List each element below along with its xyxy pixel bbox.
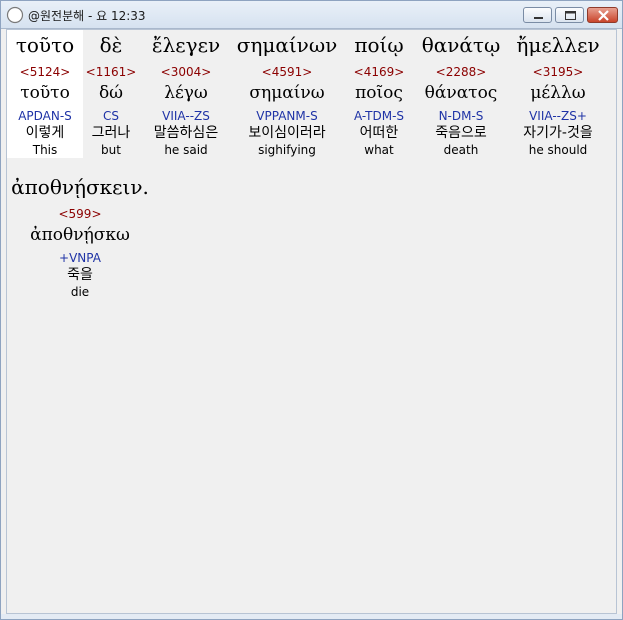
- close-button[interactable]: [587, 7, 618, 23]
- lemma: ποῖος: [355, 83, 403, 103]
- maximize-button[interactable]: [555, 7, 584, 23]
- english-gloss: die: [70, 285, 90, 299]
- strong-number: <4169>: [353, 65, 405, 79]
- english-gloss: he said: [164, 143, 208, 157]
- parsing-code: N-DM-S: [438, 109, 484, 123]
- english-gloss: what: [364, 143, 394, 157]
- english-gloss: he should: [528, 143, 588, 157]
- english-gloss: sighifying: [258, 143, 316, 157]
- word-column[interactable]: σημαίνων <4591> σημαίνω VPPANM-S 보이심이러라 …: [235, 30, 339, 158]
- korean-gloss: 말씀하심은: [153, 125, 219, 141]
- minimize-icon: [534, 17, 543, 19]
- lemma: ἀποθνῄσκω: [30, 225, 130, 245]
- close-icon: [598, 10, 609, 21]
- greek-word: ποίῳ: [354, 33, 404, 57]
- lemma: λέγω: [164, 83, 208, 103]
- word-column[interactable]: ἔλεγεν <3004> λέγω VIIA--ZS 말씀하심은 he sai…: [134, 30, 238, 158]
- word-column[interactable]: ἤμελλεν <3195> μέλλω VIIA--ZS+ 자기가-것을 he…: [506, 30, 610, 158]
- minimize-button[interactable]: [523, 7, 552, 23]
- lemma: σημαίνω: [249, 83, 325, 103]
- greek-word: ἤμελλεν: [516, 33, 600, 57]
- lemma: μέλλω: [530, 83, 586, 103]
- strong-number: <3195>: [532, 65, 584, 79]
- word-column[interactable]: θανάτῳ <2288> θάνατος N-DM-S 죽음으로 death: [411, 30, 511, 158]
- window-title: @원전분해 - 요 12:33: [28, 9, 146, 23]
- english-gloss: death: [443, 143, 479, 157]
- window-bottom-border: [1, 614, 622, 619]
- parsing-code: VIIA--ZS+: [529, 109, 587, 123]
- greek-word: ἀποθνῄσκειν.: [11, 175, 149, 199]
- app-window: @원전분해 - 요 12:33 τοῦτο <5124> τοῦτο APDAN…: [0, 0, 623, 620]
- title-bar[interactable]: @원전분해 - 요 12:33: [1, 1, 622, 29]
- compass-icon[interactable]: [6, 6, 24, 24]
- word-column[interactable]: ἀποθνῄσκειν. <599> ἀποθνῄσκω +VNPA 죽을 di…: [7, 172, 153, 300]
- analysis-panel[interactable]: τοῦτο <5124> τοῦτο APDAN-S 이렇게 This δὲ <…: [6, 29, 617, 614]
- parsing-code: VPPANM-S: [256, 109, 318, 123]
- word-column[interactable]: ποίῳ <4169> ποῖος A-TDM-S 어떠한 what: [341, 30, 417, 158]
- strong-number: <3004>: [160, 65, 212, 79]
- greek-word: θανάτῳ: [421, 33, 501, 57]
- parsing-code: VIIA--ZS: [162, 109, 210, 123]
- parsing-code: +VNPA: [59, 251, 101, 265]
- lemma: θάνατος: [424, 83, 498, 103]
- korean-gloss: 죽음으로: [435, 125, 487, 141]
- parsing-code: A-TDM-S: [353, 109, 405, 123]
- greek-word: ἔλεγεν: [151, 33, 221, 57]
- greek-word: σημαίνων: [236, 33, 338, 57]
- strong-number: <4591>: [261, 65, 313, 79]
- korean-gloss: 죽을: [67, 267, 93, 283]
- strong-number: <2288>: [435, 65, 487, 79]
- korean-gloss: 어떠한: [359, 125, 399, 141]
- korean-gloss: 보이심이러라: [248, 125, 326, 141]
- maximize-icon: [565, 11, 576, 20]
- korean-gloss: 자기가-것을: [523, 125, 593, 141]
- strong-number: <599>: [58, 207, 102, 221]
